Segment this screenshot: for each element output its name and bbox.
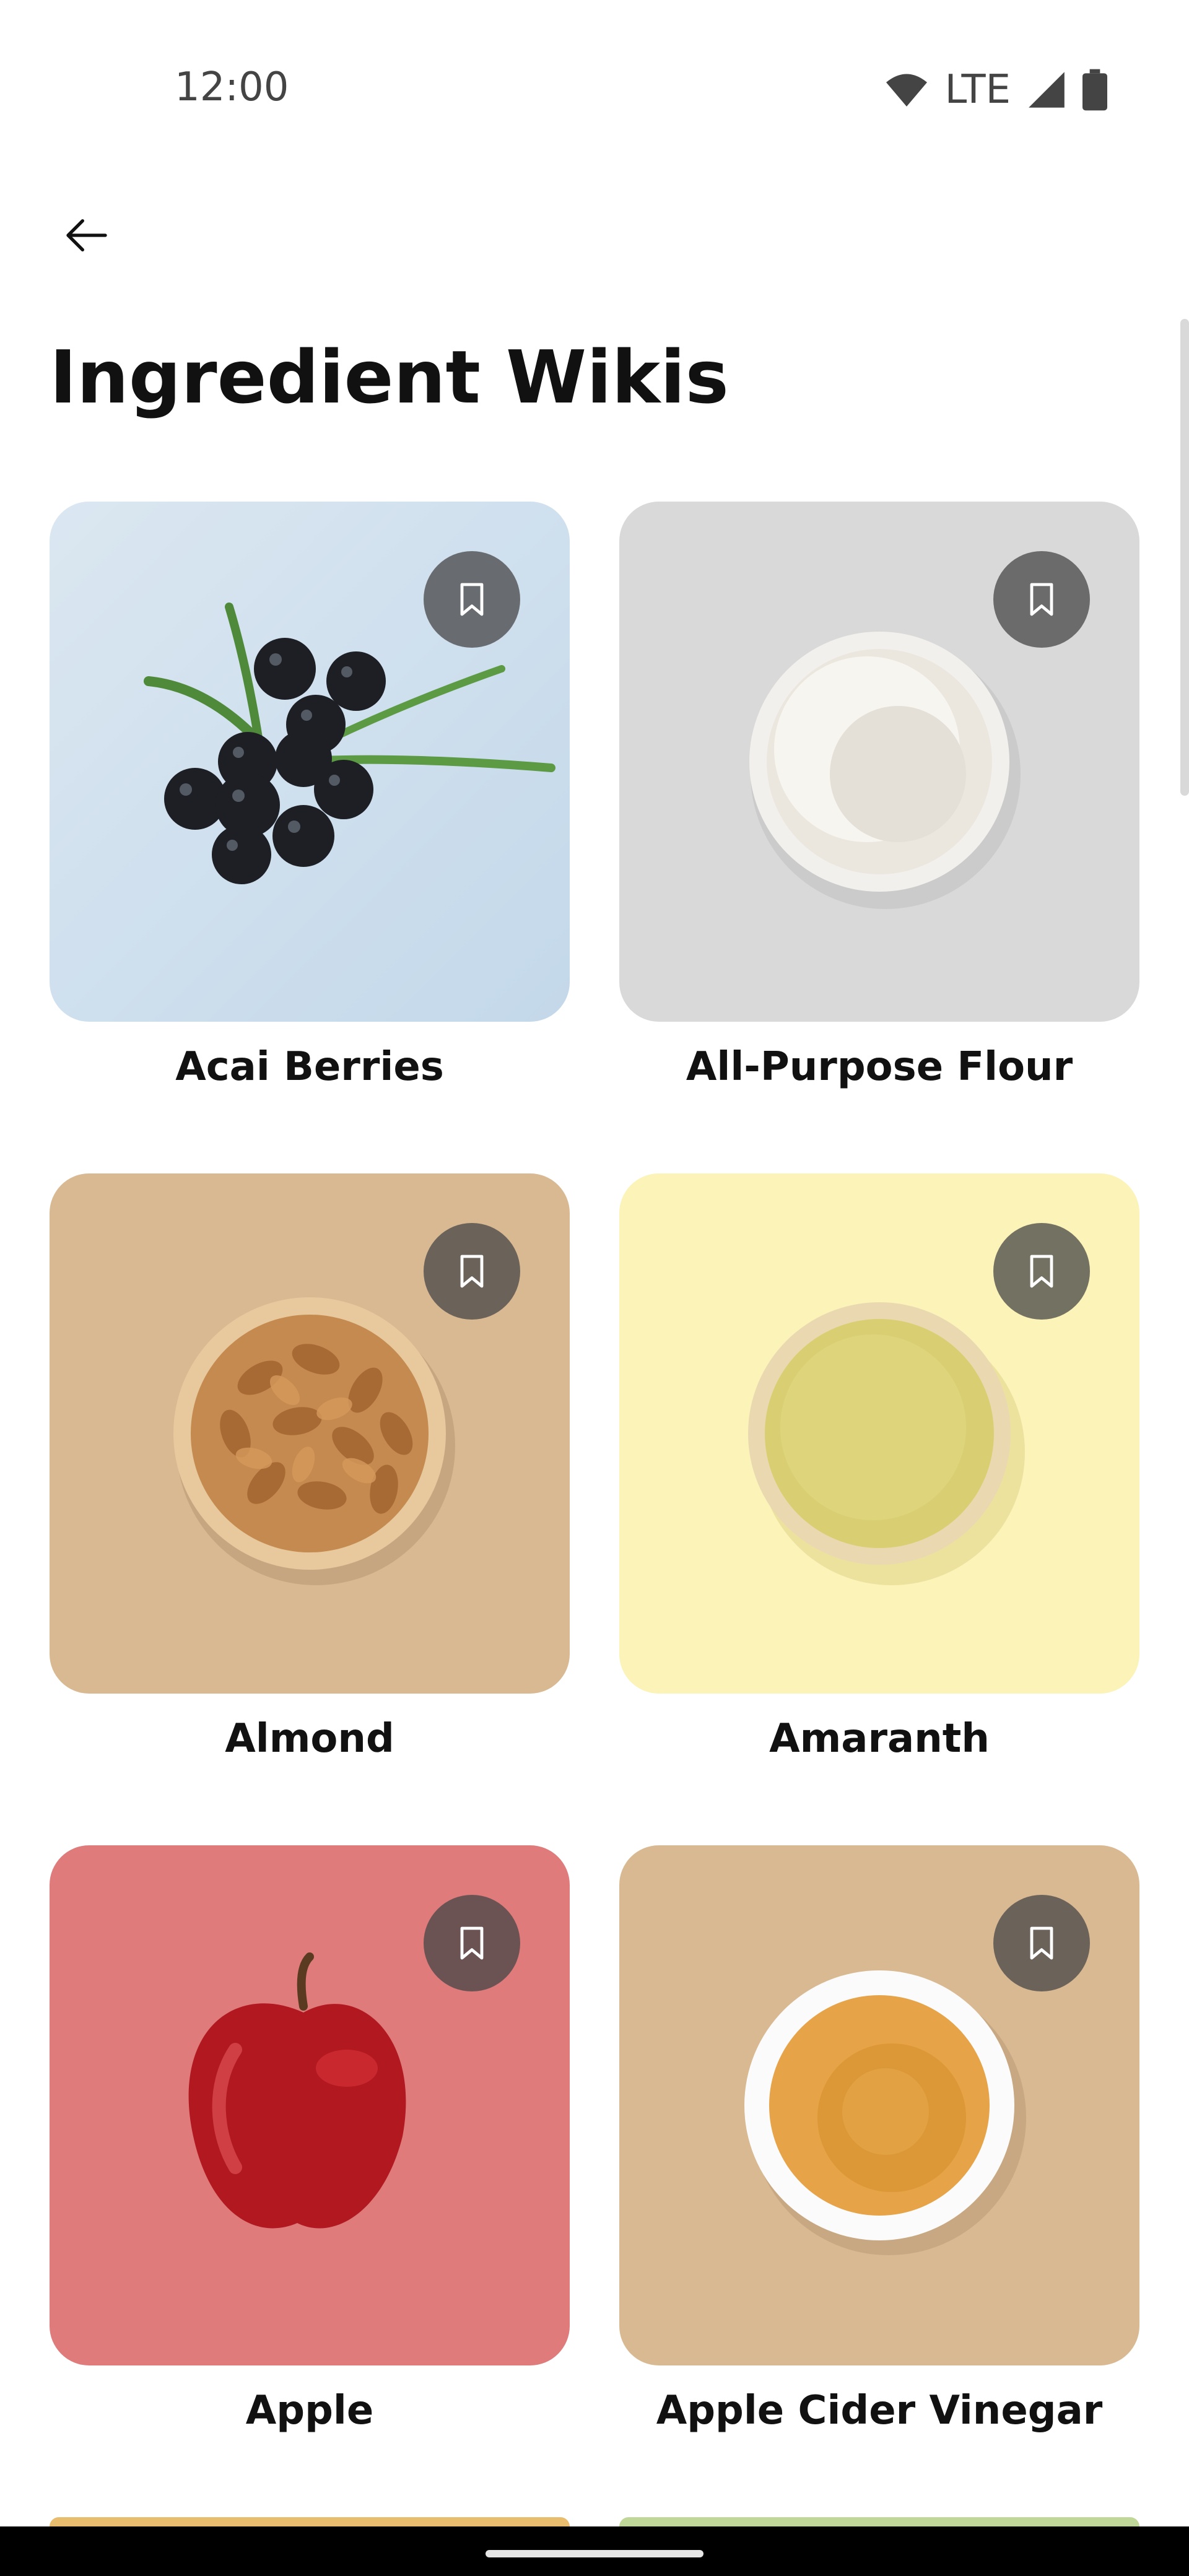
scrollbar[interactable]: [1180, 319, 1189, 796]
ingredient-card-acai-berries[interactable]: [50, 502, 570, 1022]
network-type: LTE: [944, 67, 1011, 113]
ingredient-card-partial[interactable]: [619, 2517, 1139, 2526]
arrow-left-icon: [66, 219, 107, 251]
bookmark-icon: [460, 583, 484, 616]
ingredient-label: Amaranth: [769, 1716, 990, 1762]
ingredient-card-partial[interactable]: [50, 2517, 570, 2526]
battery-icon: [1082, 69, 1107, 111]
ingredient-label: Almond: [225, 1716, 394, 1762]
bookmark-icon: [1030, 1926, 1053, 1960]
bookmark-icon: [1030, 1255, 1053, 1288]
home-gesture-handle[interactable]: [486, 2550, 703, 2557]
status-bar: 12:00 LTE: [0, 0, 1189, 180]
ingredient-card-apple-cider-vinegar[interactable]: [619, 1845, 1139, 2365]
page-title: Ingredient Wikis: [50, 334, 729, 420]
bookmark-icon: [460, 1255, 484, 1288]
wifi-icon: [886, 74, 927, 107]
bookmark-button[interactable]: [424, 1223, 520, 1320]
ingredient-label: Apple Cider Vinegar: [656, 2388, 1103, 2434]
ingredient-label: Apple: [245, 2388, 374, 2434]
ingredient-label: Acai Berries: [175, 1044, 444, 1090]
bookmark-button[interactable]: [993, 1223, 1090, 1320]
bookmark-button[interactable]: [424, 1895, 520, 1991]
bookmark-button[interactable]: [993, 551, 1090, 648]
ingredient-card-apple[interactable]: [50, 1845, 570, 2365]
status-time: 12:00: [175, 64, 289, 110]
bookmark-icon: [1030, 583, 1053, 616]
back-button[interactable]: [50, 198, 124, 272]
bookmark-button[interactable]: [424, 551, 520, 648]
ingredient-card-all-purpose-flour[interactable]: [619, 502, 1139, 1022]
bookmark-button[interactable]: [993, 1895, 1090, 1991]
bookmark-icon: [460, 1926, 484, 1960]
ingredient-label: All-Purpose Flour: [686, 1044, 1073, 1090]
signal-icon: [1029, 72, 1065, 108]
ingredient-card-amaranth[interactable]: [619, 1173, 1139, 1694]
status-icons: LTE: [884, 67, 1107, 113]
ingredient-card-almond[interactable]: [50, 1173, 570, 1694]
